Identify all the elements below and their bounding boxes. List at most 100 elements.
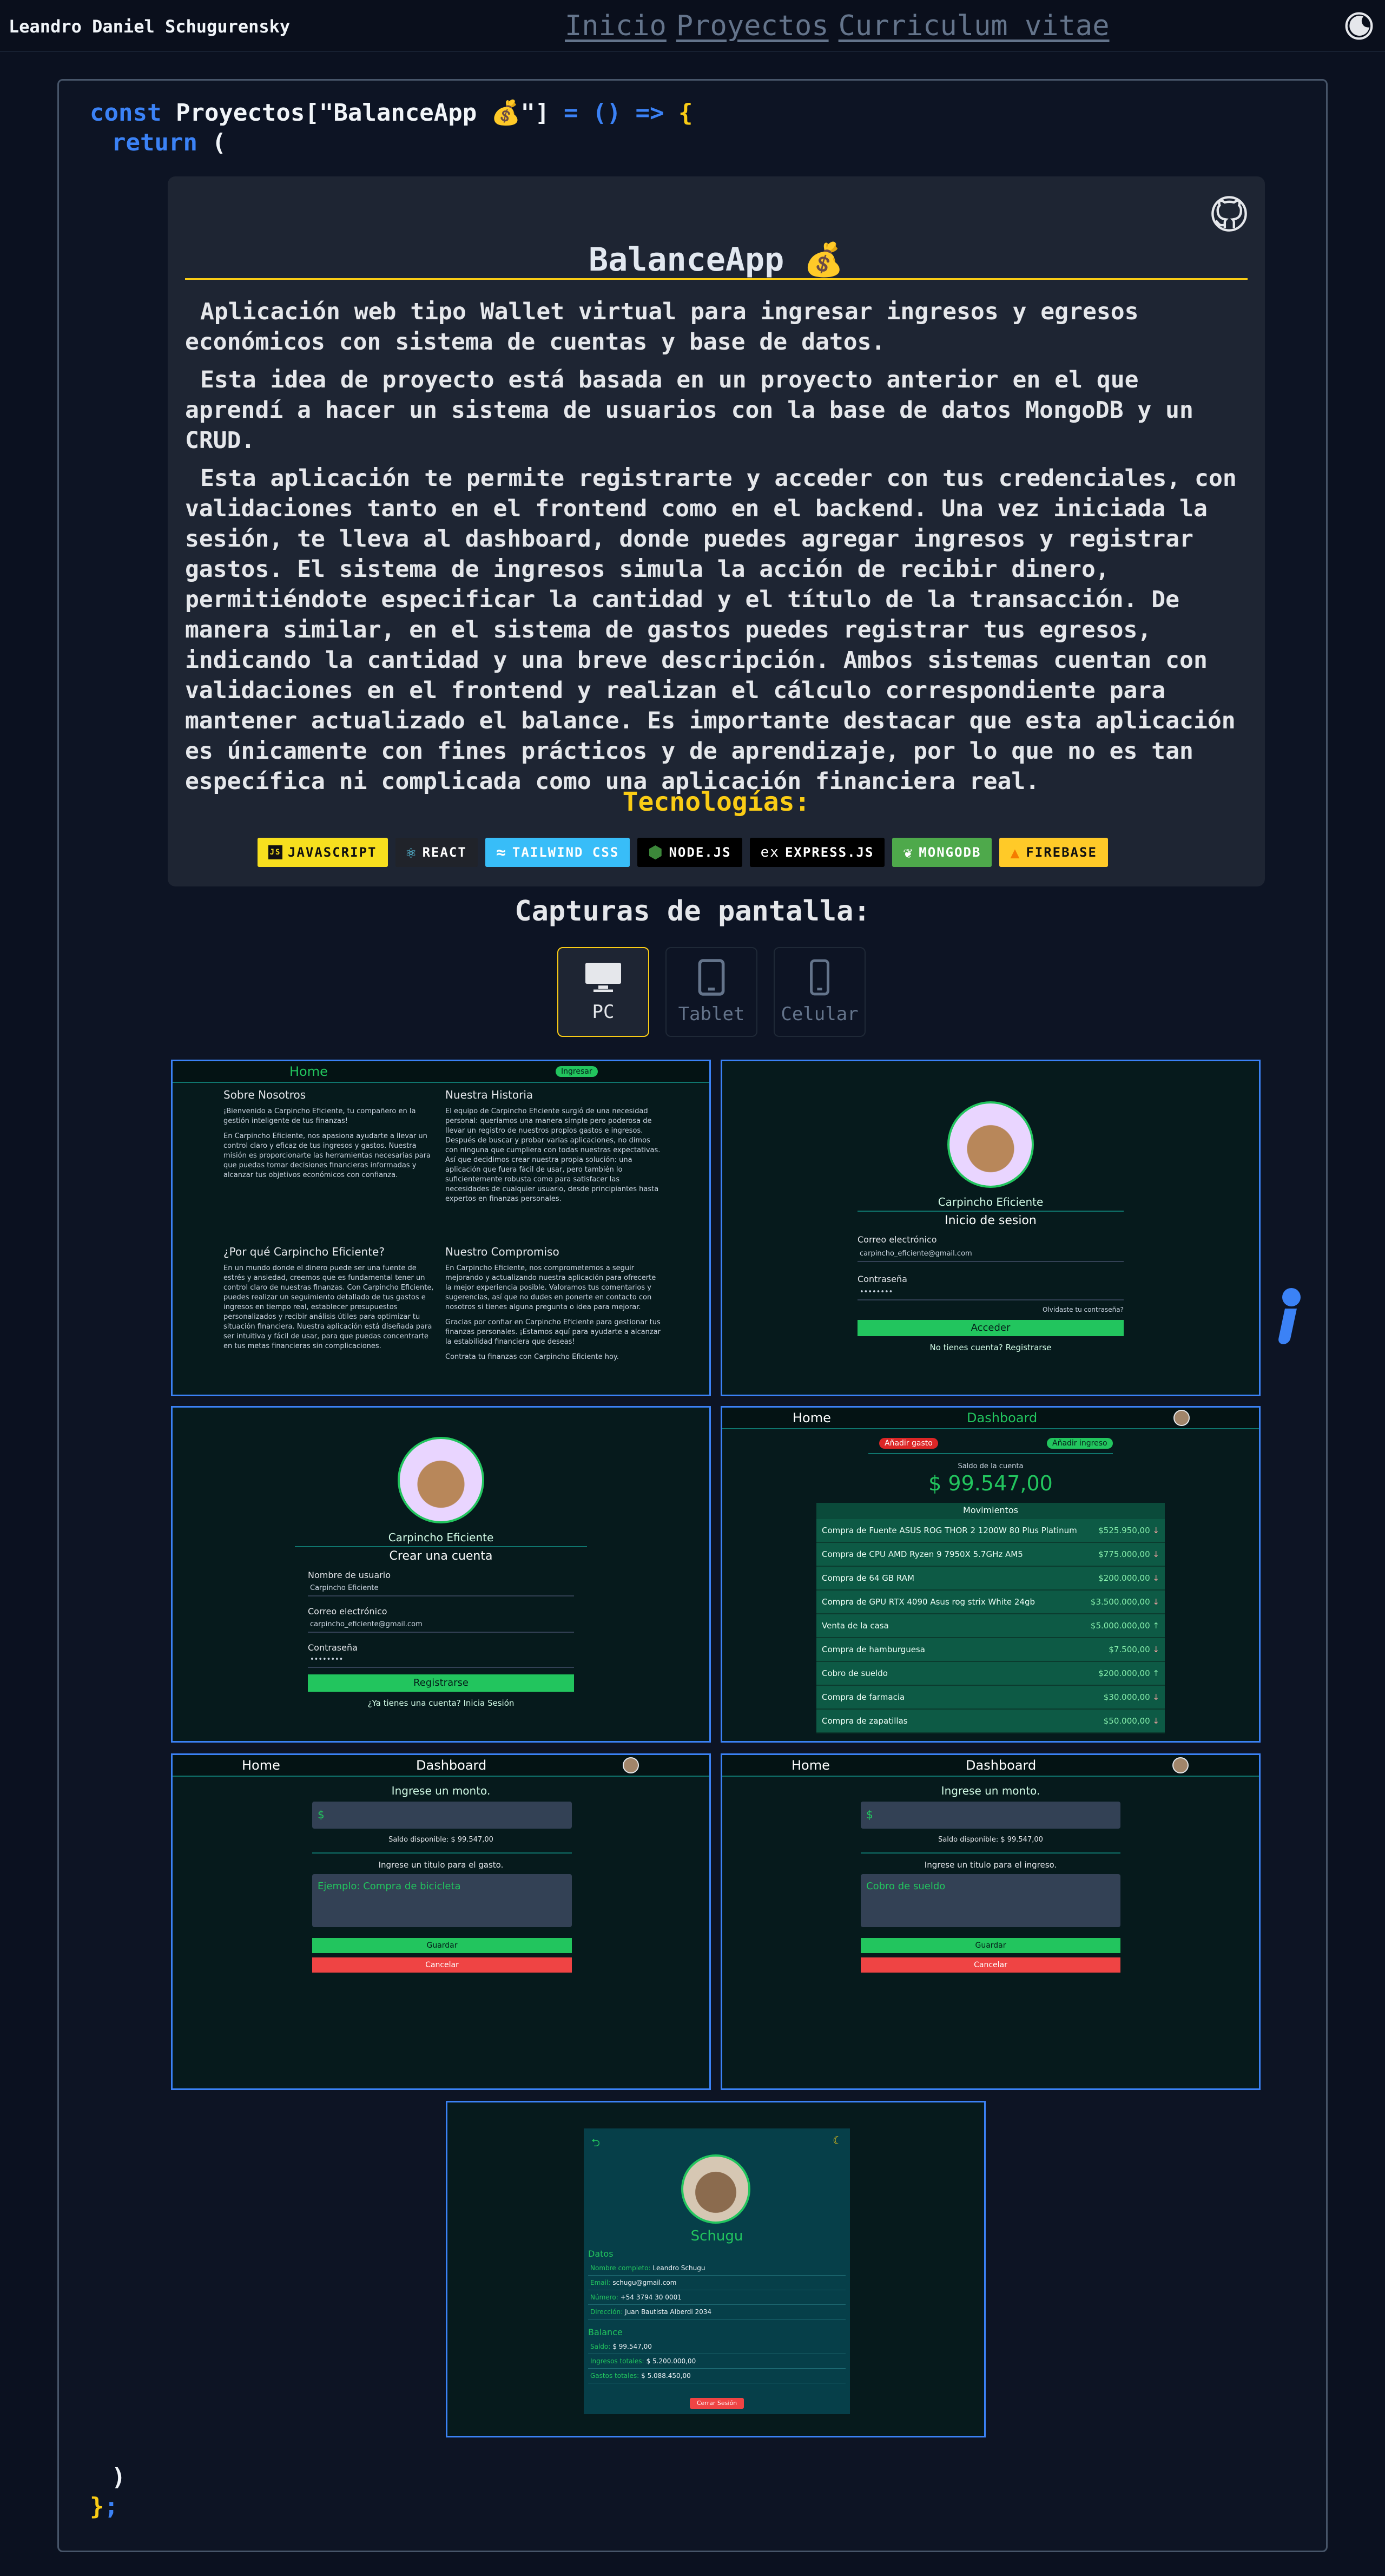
profile-field-row: Email: schugu@gmail.com xyxy=(588,2276,846,2290)
movement-title: Compra de GPU RTX 4090 Asus rog strix Wh… xyxy=(822,1597,1035,1607)
amount-input[interactable]: $ xyxy=(312,1802,572,1829)
screenshot-expense-form[interactable]: Home Dashboard Ingrese un monto. $ Saldo… xyxy=(171,1753,711,2090)
movement-amount: $525.950,00 xyxy=(1098,1526,1150,1535)
title-divider xyxy=(185,278,1248,280)
capybara-avatar xyxy=(947,1101,1034,1188)
tailwind-icon: ≈ xyxy=(496,843,507,862)
logout-button[interactable]: Cerrar Sesión xyxy=(690,2398,744,2409)
add-income-button: Añadir ingreso xyxy=(1047,1438,1113,1449)
home-paragraph: En Carpincho Eficiente, nos comprometemo… xyxy=(445,1264,656,1311)
screenshot-register[interactable]: Carpincho Eficiente Crear una cuenta Nom… xyxy=(171,1406,711,1743)
password-field[interactable]: •••••••• xyxy=(310,1655,574,1665)
arrow-down-icon: ↓ xyxy=(1150,1645,1159,1654)
password-field[interactable]: •••••••• xyxy=(860,1287,1124,1297)
mini-nav-home: Home xyxy=(242,1758,280,1773)
screenshot-home[interactable]: Home Ingresar Sobre Nosotros ¡Bienvenido… xyxy=(171,1060,711,1396)
screenshot-dashboard[interactable]: Home Dashboard Añadir gasto Añadir ingre… xyxy=(721,1406,1261,1743)
available-balance: Saldo disponible: $ 99.547,00 xyxy=(388,1836,493,1844)
field-label: Email: xyxy=(590,2279,611,2286)
form-divider xyxy=(861,1852,1120,1854)
register-divider xyxy=(295,1546,587,1547)
screenshots-title: Capturas de pantalla: xyxy=(515,895,870,928)
moon-icon: ☾ xyxy=(833,2134,842,2147)
cancel-button[interactable]: Cancelar xyxy=(312,1957,572,1973)
tab-celular[interactable]: Celular xyxy=(774,947,866,1037)
email-field[interactable]: carpincho_eficiente@gmail.com xyxy=(310,1620,574,1629)
amount-label: Ingrese un monto. xyxy=(391,1784,491,1797)
user-avatar xyxy=(1173,1410,1190,1426)
field-underline xyxy=(308,1595,574,1596)
home-paragraph: El equipo de Carpincho Eficiente surgió … xyxy=(445,1107,661,1203)
home-paragraph: ¡Bienvenido a Carpincho Eficiente, tu co… xyxy=(223,1107,416,1125)
movement-row: Venta de la casa $5.000.000,00 ↑ xyxy=(816,1614,1165,1638)
tab-tablet[interactable]: Tablet xyxy=(665,947,757,1037)
decorative-semicolon-dot xyxy=(1282,1288,1301,1306)
movement-amount: $5.000.000,00 xyxy=(1090,1621,1150,1631)
mini-nav-home: Home xyxy=(289,1064,328,1079)
code-bracket: [" xyxy=(305,99,334,127)
arrow-down-icon: ↓ xyxy=(1150,1692,1159,1702)
nav-link-inicio[interactable]: Inicio xyxy=(565,10,667,42)
title-textarea[interactable]: Ejemplo: Compra de bicicleta xyxy=(312,1874,572,1927)
movement-row: Compra de Fuente ASUS ROG THOR 2 1200W 8… xyxy=(816,1519,1165,1543)
arrow-down-icon: ↓ xyxy=(1150,1597,1159,1607)
arrow-down-icon: ↓ xyxy=(1150,1716,1159,1726)
save-button[interactable]: Guardar xyxy=(312,1938,572,1953)
cancel-button[interactable]: Cancelar xyxy=(861,1957,1120,1973)
project-description: Aplicación web tipo Wallet virtual para … xyxy=(185,297,1248,804)
profile-field-row: Ingresos totales: $ 5.200.000,00 xyxy=(588,2354,846,2369)
home-paragraph: Gracias por confiar en Carpincho Eficien… xyxy=(445,1318,661,1346)
mini-navbar: Home Dashboard xyxy=(722,1408,1259,1429)
code-line-close-paren: ) xyxy=(111,2463,126,2491)
site-brand[interactable]: Leandro Daniel Schugurensky xyxy=(9,16,290,37)
amount-input[interactable]: $ xyxy=(861,1802,1120,1829)
balance-title: Balance xyxy=(588,2327,623,2337)
save-button[interactable]: Guardar xyxy=(861,1938,1120,1953)
login-submit-button[interactable]: Acceder xyxy=(858,1320,1124,1336)
username-field[interactable]: Carpincho Eficiente xyxy=(310,1583,574,1593)
email-label: Correo electrónico xyxy=(858,1234,937,1245)
title-textarea[interactable]: Cobro de sueldo xyxy=(861,1874,1120,1927)
theme-toggle-button[interactable] xyxy=(1344,11,1374,41)
device-tabs: PC Tablet Celular xyxy=(557,947,866,1037)
add-expense-button: Añadir gasto xyxy=(879,1438,938,1449)
forgot-password-link[interactable]: Olvidaste tu contraseña? xyxy=(858,1305,1124,1315)
profile-avatar xyxy=(681,2154,750,2224)
field-label: Nombre completo: xyxy=(590,2264,651,2272)
movement-row: Compra de farmacia $30.000,00 ↓ xyxy=(816,1686,1165,1710)
code-brace-open: { xyxy=(678,99,693,127)
badge-firebase: ▲ FIREBASE xyxy=(999,838,1108,867)
field-underline xyxy=(858,1299,1124,1300)
profile-name: Schugu xyxy=(690,2228,743,2244)
github-icon xyxy=(1211,196,1247,232)
capybara-avatar xyxy=(398,1437,484,1523)
email-field[interactable]: carpincho_eficiente@gmail.com xyxy=(860,1249,1124,1259)
field-underline xyxy=(308,1667,574,1668)
register-form: Nombre de usuario Carpincho Eficiente Co… xyxy=(308,1570,574,1708)
amount-label: Ingrese un monto. xyxy=(941,1784,1040,1797)
screenshot-profile[interactable]: ⮌ ☾ Schugu Datos Nombre completo: Leandro… xyxy=(446,2101,986,2437)
github-link[interactable] xyxy=(1210,195,1248,233)
field-value: schugu@gmail.com xyxy=(612,2279,677,2286)
code-key: BalanceApp 💰 xyxy=(333,99,521,127)
register-link[interactable]: Registrarse xyxy=(1006,1343,1052,1352)
description-paragraph: Esta idea de proyecto está basada en un … xyxy=(185,366,1193,454)
screenshot-income-form[interactable]: Home Dashboard Ingrese un monto. $ Saldo… xyxy=(721,1753,1261,2090)
field-value: $ 5.200.000,00 xyxy=(646,2357,696,2365)
phone-icon xyxy=(810,959,829,996)
login-link[interactable]: Inicia Sesión xyxy=(464,1698,515,1708)
home-left-column: Sobre Nosotros ¡Bienvenido a Carpincho E… xyxy=(223,1088,439,1193)
field-value: $ 5.088.450,00 xyxy=(641,2372,691,2380)
screenshot-login[interactable]: Carpincho Eficiente Inicio de sesion Cor… xyxy=(721,1060,1261,1396)
field-label: Saldo: xyxy=(590,2343,611,2350)
username-label: Nombre de usuario xyxy=(308,1570,391,1580)
field-value: +54 3794 30 0001 xyxy=(620,2294,682,2301)
nav-link-proyectos[interactable]: Proyectos xyxy=(676,10,829,42)
profile-fields: Nombre completo: Leandro Schugu Email: schu… xyxy=(588,2261,846,2319)
register-submit-button[interactable]: Registrarse xyxy=(308,1674,574,1692)
nav-link-cv[interactable]: Curriculum vitae xyxy=(839,10,1110,42)
code-arrow: () => xyxy=(592,99,664,127)
code-object: Proyectos xyxy=(175,99,305,127)
tab-pc[interactable]: PC xyxy=(557,947,649,1037)
code-line-open: const Proyectos["BalanceApp 💰"] = () => … xyxy=(90,98,692,127)
